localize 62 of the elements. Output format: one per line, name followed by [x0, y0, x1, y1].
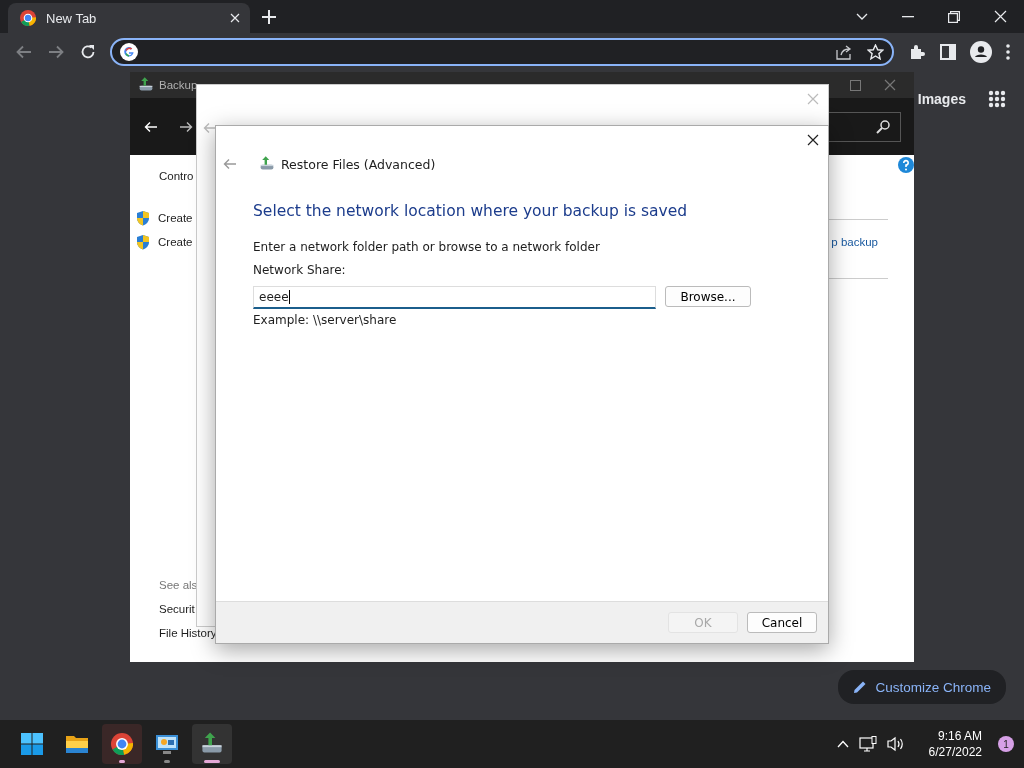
close-icon[interactable]: [807, 134, 819, 146]
back-arrow-icon: [203, 122, 217, 134]
folder-icon[interactable]: [65, 734, 89, 754]
restore-icon: [259, 156, 275, 172]
shield-icon: [136, 234, 150, 250]
forward-icon[interactable]: [48, 44, 64, 59]
chrome-logo-icon[interactable]: [111, 733, 133, 755]
example-text: Example: \\server\share: [253, 313, 398, 327]
side-panel-icon[interactable]: [940, 43, 956, 60]
back-arrow-icon: [223, 158, 237, 170]
images-link[interactable]: Images: [917, 91, 966, 107]
google-icon: [120, 42, 138, 61]
shield-icon: [136, 210, 150, 226]
backup-link[interactable]: p backup: [831, 236, 878, 248]
sidebar-link[interactable]: Contro: [159, 170, 194, 182]
window-title: Backup: [159, 79, 198, 91]
forward-arrow-icon: [179, 120, 193, 133]
profile-icon[interactable]: [970, 40, 992, 63]
sidebar-link[interactable]: Create: [158, 212, 193, 224]
puzzle-icon[interactable]: [908, 42, 926, 61]
chevron-up-icon[interactable]: [836, 740, 849, 748]
dialog-title: Restore Files (Advanced): [281, 156, 436, 172]
help-icon[interactable]: [898, 157, 914, 173]
share-icon[interactable]: [835, 43, 853, 60]
network-icon[interactable]: [858, 736, 877, 752]
reload-icon[interactable]: [80, 43, 96, 60]
menu-icon[interactable]: [1006, 43, 1010, 60]
section-heading: See als: [159, 579, 198, 591]
chrome-logo-icon: [20, 10, 36, 26]
pencil-icon: [853, 680, 868, 694]
dialog-heading: Select the network location where your backup is saved: [253, 202, 689, 220]
clock[interactable]: 9:16 AM 6/27/2022: [928, 728, 982, 760]
window-close-icon[interactable]: [884, 79, 896, 91]
new-tab-icon[interactable]: [262, 9, 276, 24]
browse-button[interactable]: Browse...: [665, 286, 751, 307]
address-bar[interactable]: [110, 37, 894, 66]
browser-tab[interactable]: New Tab: [8, 3, 250, 33]
time-text: 9:16 AM: [937, 728, 982, 744]
sidebar-link[interactable]: File History: [159, 627, 217, 639]
minimize-icon[interactable]: [902, 15, 914, 18]
network-share-field[interactable]: eeee: [253, 286, 656, 309]
instruction-text: Enter a network folder path or browse to a network folder: [253, 240, 601, 254]
maximize-icon[interactable]: [850, 79, 861, 91]
date-text: 6/27/2022: [928, 744, 982, 760]
notification-badge[interactable]: 1: [998, 736, 1014, 752]
customize-chrome-button[interactable]: Customize Chrome: [838, 670, 1006, 704]
sidebar-link[interactable]: Create: [158, 236, 193, 248]
chevron-down-icon[interactable]: [856, 12, 868, 21]
bookmark-star-icon[interactable]: [867, 43, 884, 60]
windows-logo-icon[interactable]: [21, 733, 43, 755]
backup-app-icon: [138, 77, 154, 93]
back-icon[interactable]: [16, 44, 32, 59]
sidebar-link[interactable]: Securit: [159, 603, 195, 615]
control-panel-icon[interactable]: [155, 733, 179, 755]
dialog-button[interactable]: Cancel: [747, 612, 817, 633]
back-arrow-icon: [144, 120, 158, 133]
tab-close-icon[interactable]: [230, 13, 240, 23]
field-label: Network Share:: [253, 263, 347, 277]
search-icon[interactable]: [876, 119, 890, 134]
apps-grid-icon: [988, 90, 1006, 108]
volume-icon[interactable]: [886, 736, 905, 752]
restore-icon[interactable]: [948, 10, 960, 23]
